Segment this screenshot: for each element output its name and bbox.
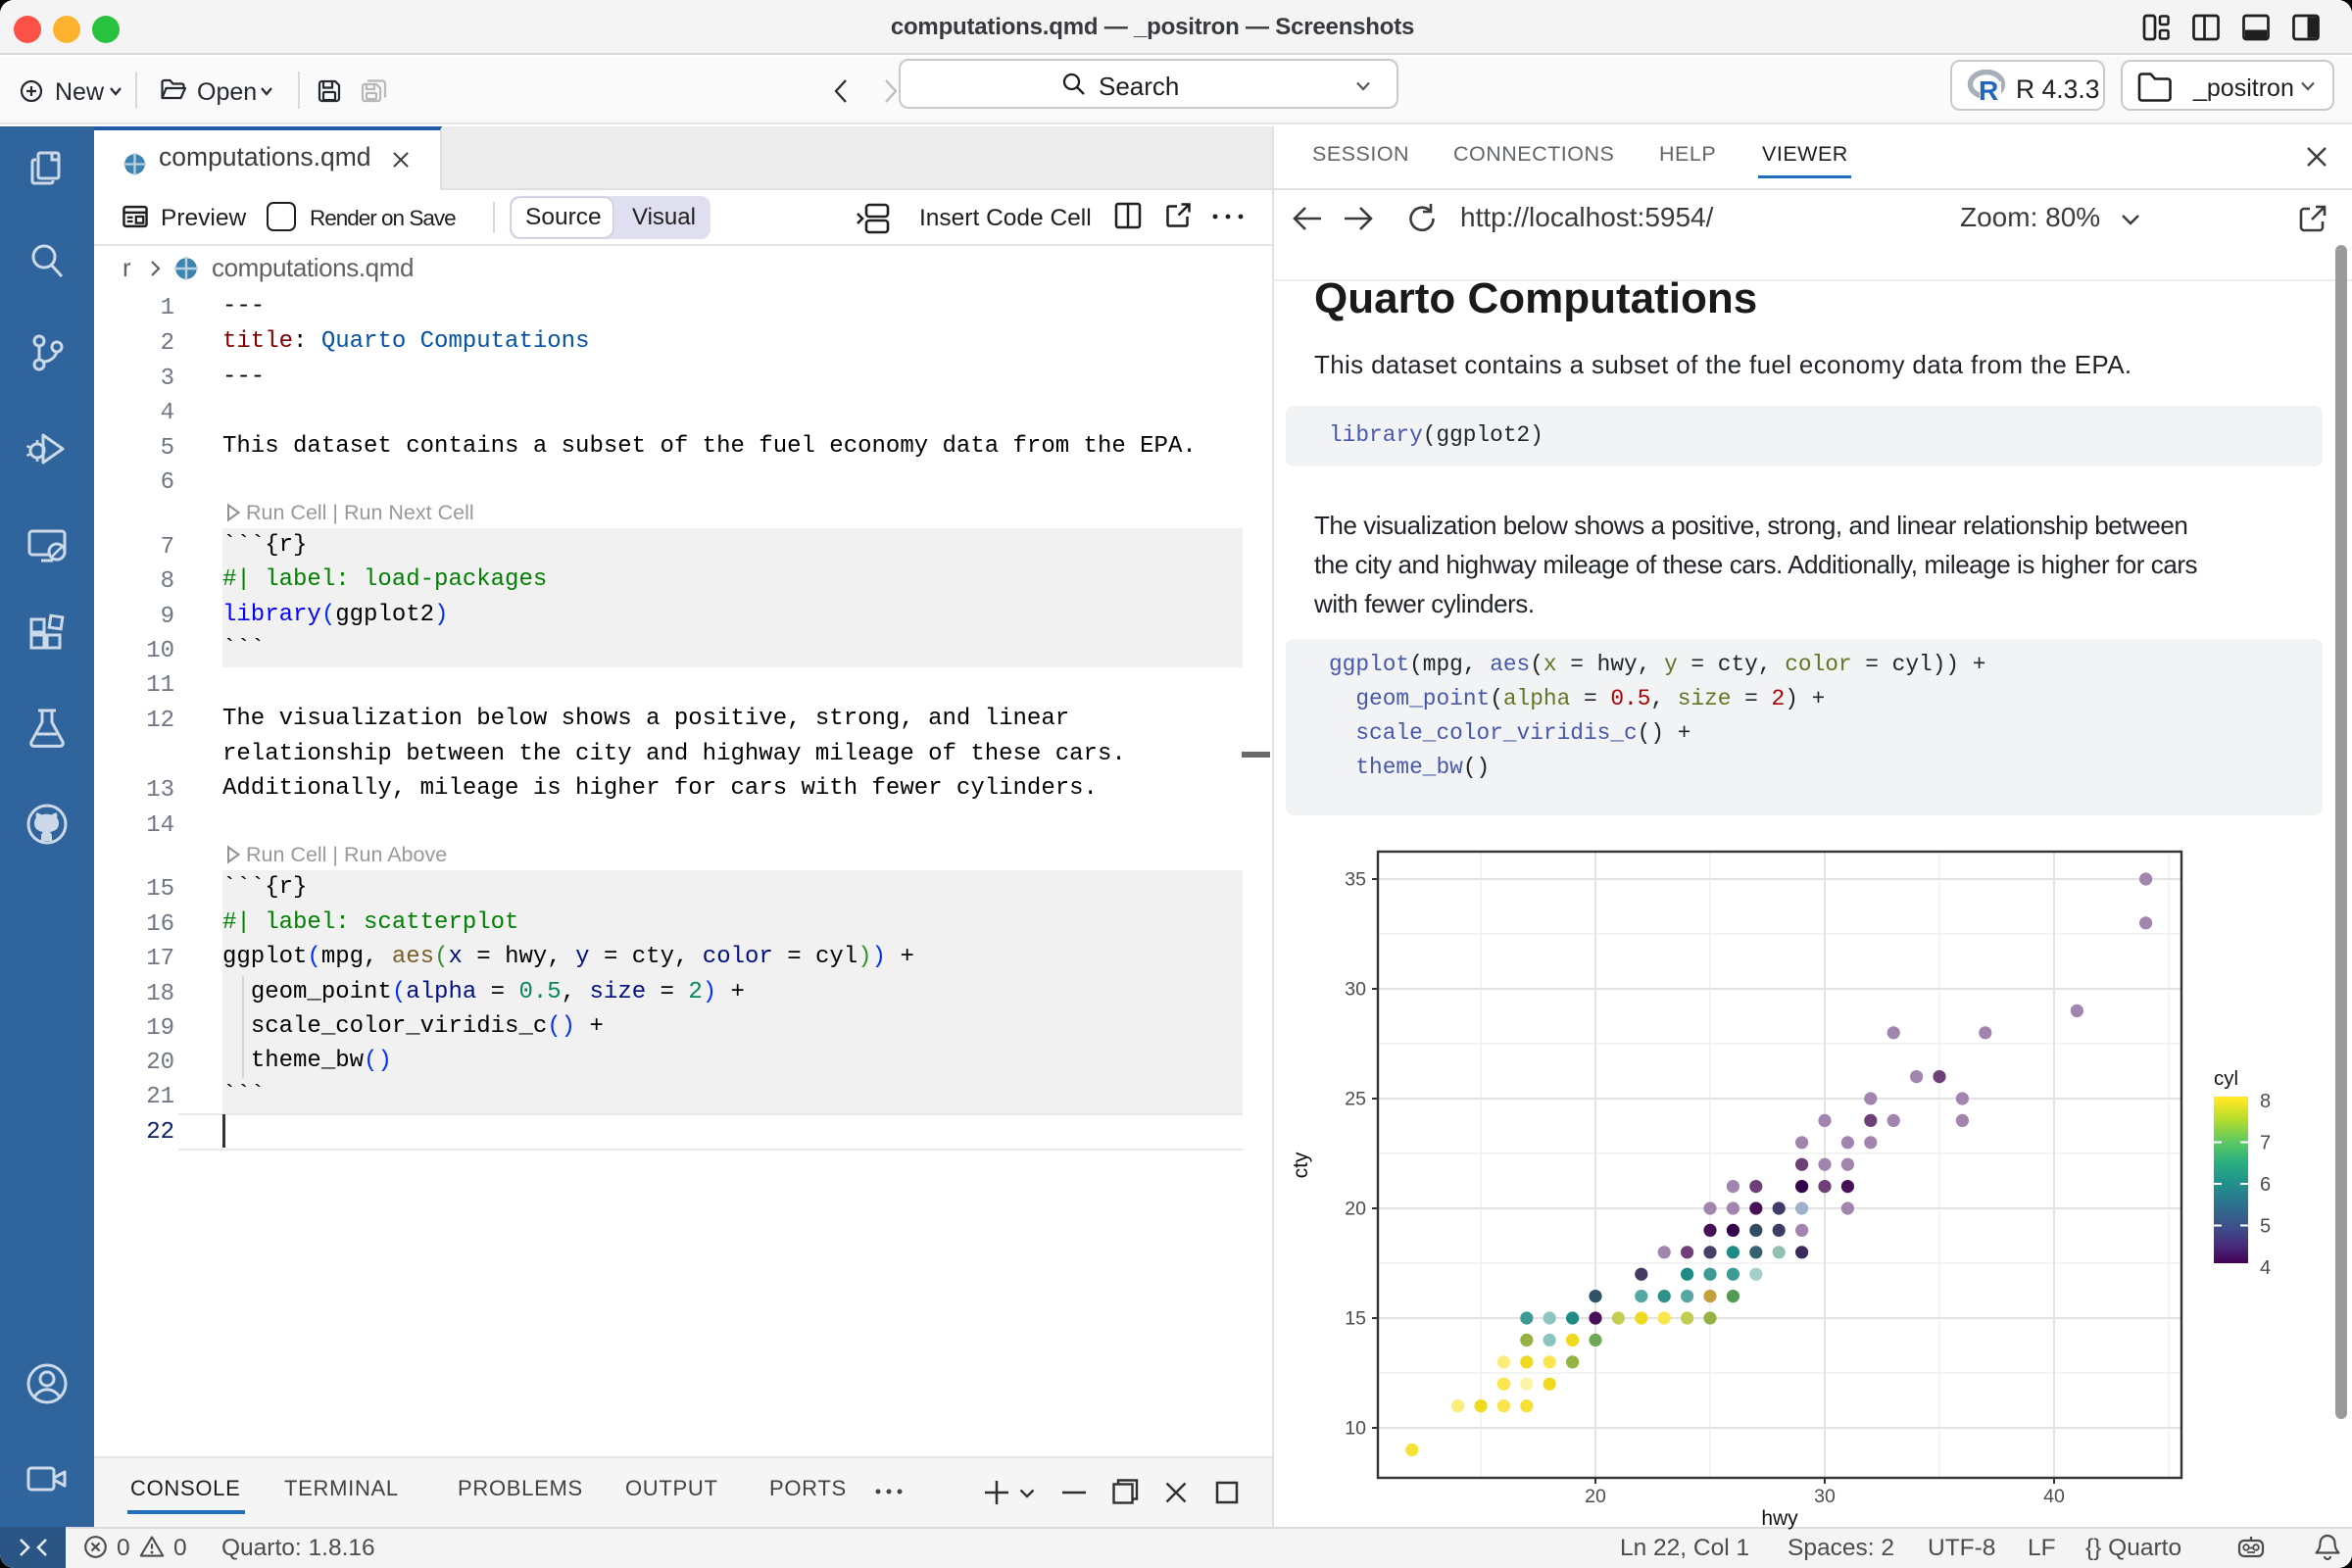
svg-text:6: 6 (2260, 1174, 2271, 1196)
svg-text:20: 20 (1345, 1199, 1366, 1220)
svg-text:20: 20 (1585, 1486, 1606, 1507)
svg-text:7: 7 (2260, 1133, 2271, 1154)
svg-text:30: 30 (1345, 979, 1366, 1001)
svg-text:5: 5 (2260, 1216, 2271, 1238)
svg-text:15: 15 (1345, 1308, 1366, 1330)
svg-text:4: 4 (2260, 1257, 2271, 1279)
svg-text:25: 25 (1345, 1089, 1366, 1110)
svg-text:35: 35 (1345, 869, 1366, 891)
svg-text:30: 30 (1814, 1486, 1836, 1507)
svg-text:hwy: hwy (1761, 1507, 1798, 1530)
svg-text:cyl: cyl (2214, 1067, 2238, 1090)
svg-text:R: R (1979, 75, 1998, 103)
svg-text:40: 40 (2043, 1486, 2065, 1507)
svg-text:10: 10 (1345, 1418, 1366, 1440)
svg-text:cty: cty (1290, 1152, 1312, 1178)
svg-text:8: 8 (2260, 1091, 2271, 1112)
